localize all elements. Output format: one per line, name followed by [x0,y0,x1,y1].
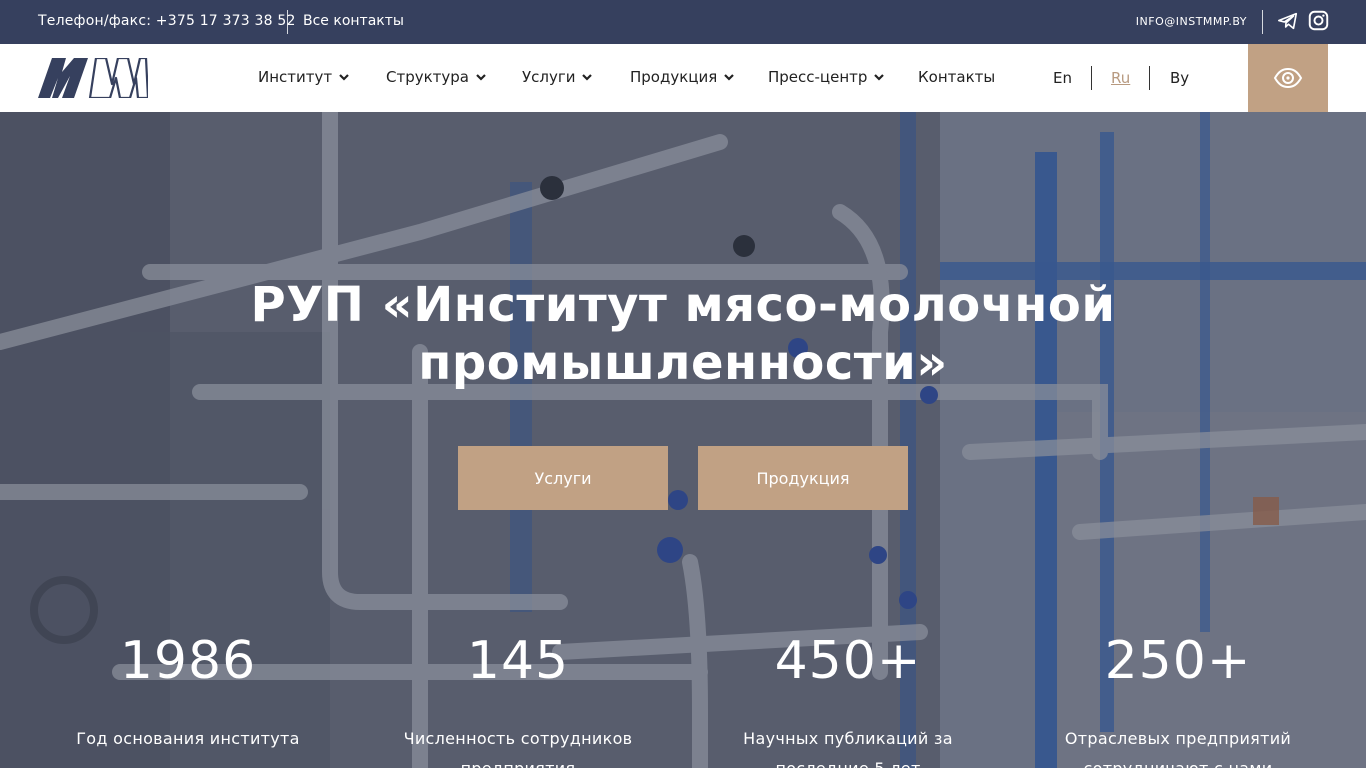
stat-label-line: Численность сотрудников [403,729,633,748]
nav-item-label: Контакты [918,68,996,86]
stat-label-line: последние 5 лет [698,754,998,768]
stat-partners: 250+ Отраслевых предприятий сотрудничают… [1028,630,1328,768]
nav-item-products[interactable]: Продукция [630,68,735,86]
hero-title-line1: РУП «Институт мясо-молочной [250,277,1116,333]
nav-item-contacts[interactable]: Контакты [918,68,995,86]
instagram-icon[interactable] [1308,10,1329,31]
topbar-divider [287,10,288,34]
nav-item-structure[interactable]: Структура [386,68,487,86]
stat-label-line: предприятия [368,754,668,768]
products-button[interactable]: Продукция [698,446,908,510]
top-bar: Телефон/факс: +375 17 373 38 52 Все конт… [0,0,1366,44]
nav-item-label: Структура [386,68,469,86]
stat-value: 450+ [774,631,922,691]
chevron-down-icon [874,74,885,81]
hero-title-line2: промышленности» [418,335,948,391]
nav-item-label: Услуги [522,68,576,86]
stat-label-line: Год основания института [76,729,300,748]
stat-label: Научных публикаций за последние 5 лет [698,724,998,768]
nav-item-institute[interactable]: Институт [258,68,350,86]
nav-item-label: Пресс-центр [768,68,868,86]
chevron-down-icon [724,74,735,81]
lang-divider [1091,66,1092,90]
stat-value: 250+ [1104,631,1252,691]
stat-value: 1986 [119,631,257,691]
stat-employees: 145 Численность сотрудников предприятия [368,630,668,768]
lang-ru[interactable]: Ru [1111,69,1130,87]
phone-text: Телефон/факс: +375 17 373 38 52 [38,13,296,29]
stat-value: 145 [466,631,570,691]
chevron-down-icon [582,74,593,81]
stat-label-line: Научных публикаций за [743,729,953,748]
telegram-icon[interactable] [1277,10,1299,32]
nav-item-label: Институт [258,68,333,86]
stat-label: Год основания института [38,724,338,754]
stat-label-line: Отраслевых предприятий [1064,729,1292,748]
nav-item-services[interactable]: Услуги [522,68,593,86]
chevron-down-icon [339,74,349,81]
eye-icon [1273,67,1303,89]
lang-by[interactable]: By [1170,69,1189,87]
accessibility-button[interactable] [1248,44,1328,112]
nav-item-press-center[interactable]: Пресс-центр [768,68,885,86]
lang-divider [1149,66,1150,90]
hero-title: РУП «Институт мясо-молочной промышленнос… [0,276,1366,392]
nav-item-label: Продукция [630,68,718,86]
stat-founded: 1986 Год основания института [38,630,338,754]
hero-section: РУП «Институт мясо-молочной промышленнос… [0,112,1366,768]
chevron-down-icon [476,74,486,81]
stat-label: Численность сотрудников предприятия [368,724,668,768]
all-contacts-link[interactable]: Все контакты [303,13,404,29]
services-button[interactable]: Услуги [458,446,668,510]
institute-logo[interactable] [38,58,148,98]
lang-en[interactable]: En [1053,69,1072,87]
main-navbar: Институт Структура Услуги Продукция Прес… [0,44,1366,112]
email-link[interactable]: info@instmmp.by [1136,15,1247,28]
stat-label-line: сотрудничают с нами [1028,754,1328,768]
stat-label: Отраслевых предприятий сотрудничают с на… [1028,724,1328,768]
topbar-divider-social [1262,10,1263,34]
stat-publications: 450+ Научных публикаций за последние 5 л… [698,630,998,768]
